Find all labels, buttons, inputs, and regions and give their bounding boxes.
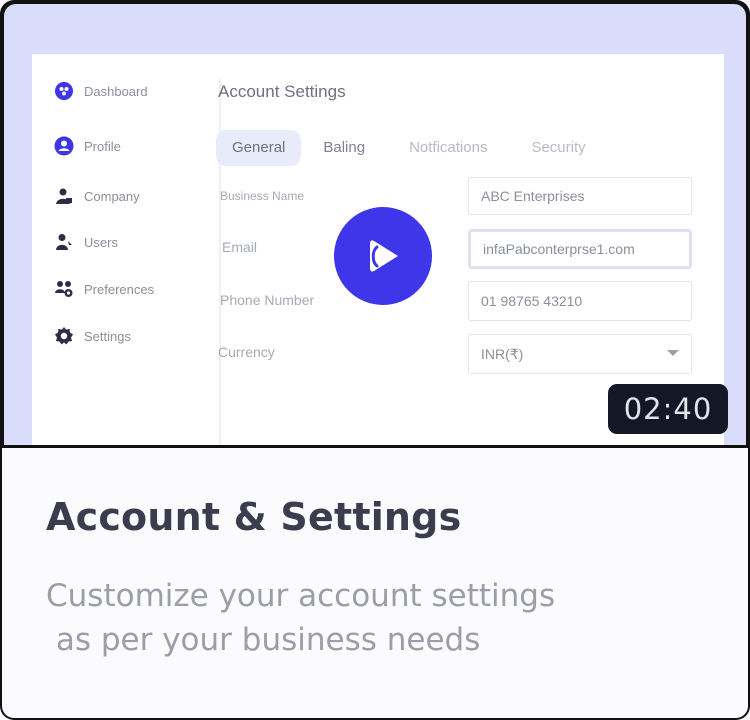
video-duration-badge: 02:40 [608, 384, 728, 434]
preferences-icon [54, 279, 74, 299]
page-title: Account Settings [218, 82, 346, 101]
sidebar-item-label: Dashboard [84, 83, 148, 99]
business-name-field[interactable]: ABC Enterprises [468, 177, 692, 215]
video-card[interactable]: Dashboard Profile Company Users Preferen… [0, 0, 750, 720]
sidebar-item-label: Company [84, 188, 140, 204]
sidebar-item-dashboard[interactable]: Dashboard [54, 81, 148, 101]
business-name-label: Business Name [220, 189, 305, 203]
company-icon [54, 186, 74, 206]
tab-general[interactable]: General [216, 130, 302, 166]
profile-icon [54, 136, 74, 156]
caption-description: Customize your account settings as per y… [46, 578, 556, 658]
tab-billing[interactable]: Baling [307, 130, 381, 166]
settings-icon [54, 326, 74, 346]
video-thumbnail[interactable]: Dashboard Profile Company Users Preferen… [4, 4, 746, 445]
sidebar-item-profile[interactable]: Profile [54, 136, 121, 156]
users-icon [54, 232, 74, 252]
video-caption: Account & Settings Customize your accoun… [2, 448, 748, 718]
currency-value: INR(₹) [481, 345, 524, 362]
chevron-down-icon [667, 350, 679, 356]
caption-title: Account & Settings [46, 495, 462, 539]
currency-label: Currency [218, 344, 275, 360]
tab-notifications[interactable]: Notfications [393, 130, 503, 166]
currency-select[interactable]: INR(₹) [468, 334, 692, 374]
play-icon [370, 240, 398, 272]
dashboard-icon [54, 81, 74, 101]
email-label: Email [222, 239, 258, 255]
phone-field[interactable]: 01 98765 43210 [468, 281, 692, 321]
tab-security[interactable]: Security [515, 130, 601, 166]
sidebar-item-label: Profile [84, 138, 121, 154]
sidebar-item-company[interactable]: Company [54, 186, 140, 206]
sidebar-item-label: Settings [84, 328, 131, 344]
play-button[interactable] [334, 207, 432, 305]
sidebar-item-preferences[interactable]: Preferences [54, 279, 154, 299]
sidebar-item-label: Users [84, 234, 118, 250]
sidebar-item-settings[interactable]: Settings [54, 326, 131, 346]
sidebar-item-label: Preferences [84, 281, 155, 297]
email-field[interactable]: infaPabconterprse1.com [468, 229, 692, 269]
phone-label: Phone Number [220, 292, 315, 308]
sidebar-item-users[interactable]: Users [54, 232, 118, 252]
settings-tabs: General Baling Notfications Security [216, 130, 608, 166]
